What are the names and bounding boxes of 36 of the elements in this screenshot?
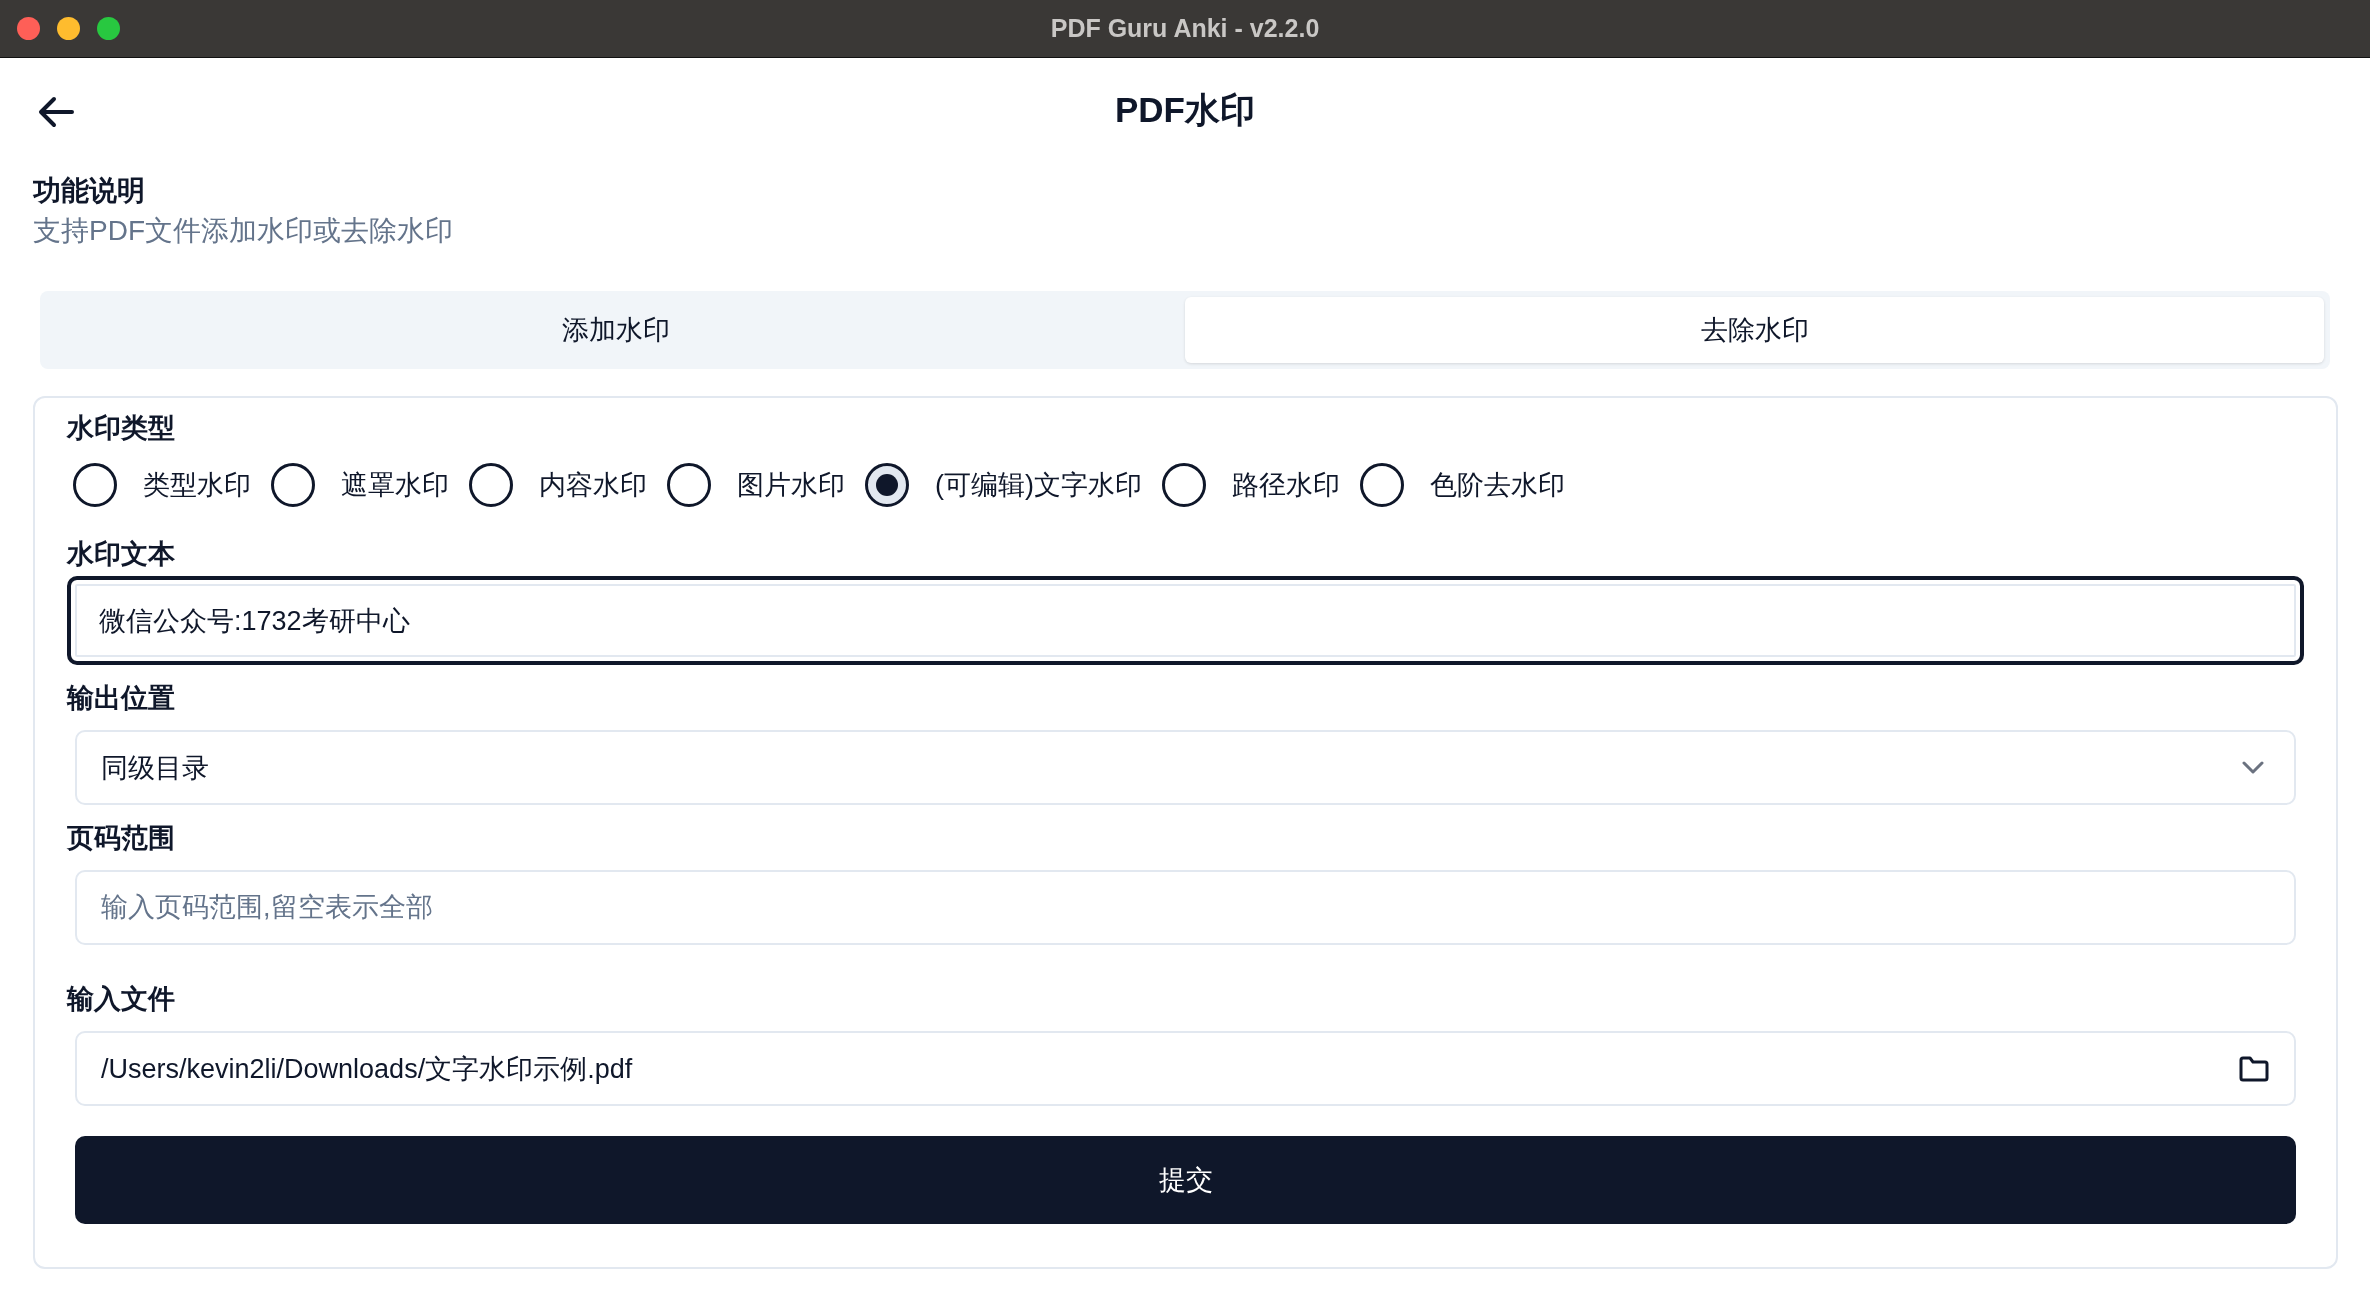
field-label: 水印文本 [67,538,176,571]
radio-label[interactable]: (可编辑)文字水印 [935,467,1142,503]
field-label: 输入文件 [67,983,176,1016]
radio-label[interactable]: 类型水印 [143,467,251,503]
page-title: PDF水印 [1115,89,1255,131]
close-icon[interactable] [17,17,40,40]
description-heading: 功能说明 [33,174,146,208]
radio-button[interactable] [1162,463,1206,507]
folder-icon[interactable] [2238,1054,2270,1083]
submit-button[interactable]: 提交 [75,1136,2296,1224]
radio-button[interactable] [73,463,117,507]
radio-button[interactable] [271,463,315,507]
page-range-input[interactable]: 输入页码范围,留空表示全部 [75,870,2296,945]
field-label: 水印类型 [67,412,176,445]
radio-button[interactable] [469,463,513,507]
minimize-icon[interactable] [57,17,80,40]
radio-label[interactable]: 色阶去水印 [1430,467,1565,503]
dropdown-select[interactable]: 同级目录 [75,730,2296,805]
radio-label[interactable]: 遮罩水印 [341,467,449,503]
radio-label[interactable]: 图片水印 [737,467,845,503]
radio-button[interactable] [865,463,909,507]
window-title: PDF Guru Anki - v2.2.0 [1050,14,1320,43]
maximize-icon[interactable] [97,17,120,40]
tab[interactable]: 添加水印 [46,297,1185,363]
radio-label[interactable]: 路径水印 [1232,467,1340,503]
radio-button[interactable] [667,463,711,507]
chevron-down-icon [2242,760,2264,775]
radio-button[interactable] [1360,463,1404,507]
tab[interactable]: 去除水印 [1185,297,2324,363]
field-label: 页码范围 [67,822,176,855]
field-label: 输出位置 [67,682,176,715]
description-text: 支持PDF文件添加水印或去除水印 [33,214,454,248]
file-path-field[interactable]: /Users/kevin2li/Downloads/文字水印示例.pdf [75,1031,2296,1106]
back-arrow-icon[interactable] [38,96,74,128]
text-input-field[interactable]: 微信公众号:1732考研中心 [67,576,2304,665]
radio-label[interactable]: 内容水印 [539,467,647,503]
